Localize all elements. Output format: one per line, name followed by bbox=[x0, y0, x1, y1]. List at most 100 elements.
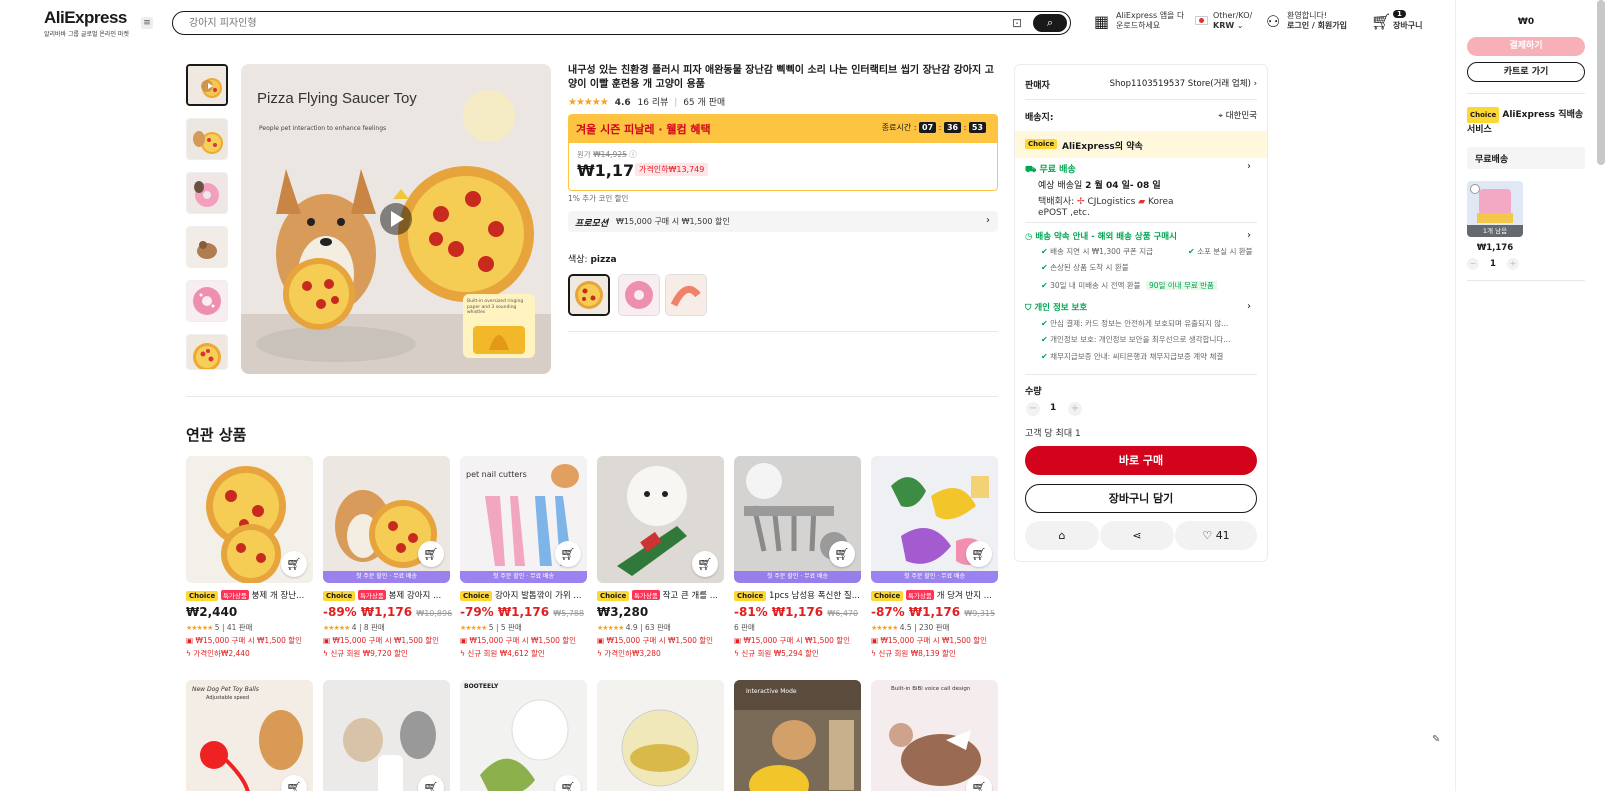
product-name[interactable]: Choice 1pcs 남성용 폭신한 질... bbox=[734, 589, 861, 601]
product-card[interactable]: 첫 주문 할인 · 무료 배송 🛒︎ Choice 특가상품 봉제 강아지 ... -… bbox=[323, 456, 452, 659]
image-search-icon[interactable]: ⊡ bbox=[1012, 16, 1022, 30]
ship-to-selector[interactable]: ⌖ 대한민국 bbox=[1190, 109, 1257, 121]
product-name-text: 봉제 강아지 ... bbox=[388, 591, 442, 601]
product-card[interactable]: 🛒︎ Choice 특가상품 붕제 개 장난... ₩2,440 ★★★★★ 5 | … bbox=[186, 456, 313, 659]
add-to-cart-icon[interactable]: 🛒︎ bbox=[829, 541, 855, 567]
scrollbar-thumb[interactable] bbox=[1597, 0, 1605, 165]
gallery-thumb-6[interactable] bbox=[186, 334, 228, 370]
promo-text: 신규 회원 ₩5,294 할인 bbox=[741, 649, 819, 658]
price-value: ₩1,176 bbox=[908, 605, 961, 619]
gallery-thumb-5[interactable] bbox=[186, 280, 228, 322]
promotion-row[interactable]: 프로모션 ₩15,000 구매 시 ₩1,500 할인 › bbox=[568, 211, 998, 232]
seller-link[interactable]: Shop1103519537 Store(거래 업체) › bbox=[1102, 77, 1257, 89]
wishlist-button[interactable]: ♡ 41 bbox=[1175, 521, 1257, 550]
main-product-image[interactable]: Pizza Flying Saucer Toy People pet inter… bbox=[241, 64, 551, 374]
sidebar-qty-value[interactable]: 1 bbox=[1490, 259, 1496, 269]
add-to-cart-icon[interactable]: 🛒︎ bbox=[418, 541, 444, 567]
gallery-thumb-3[interactable] bbox=[186, 172, 228, 214]
product-card[interactable]: pet nail cutters 첫 주문 할인 · 무료 배송 🛒︎ Choice … bbox=[460, 456, 587, 659]
sidebar-qty-decrease[interactable]: − bbox=[1467, 258, 1479, 270]
free-shipping-label: 무료 배송 bbox=[1039, 165, 1076, 175]
product-card[interactable] bbox=[597, 680, 724, 791]
product-card[interactable]: Built-in BiBi voice call design 🛒︎ bbox=[871, 680, 998, 791]
brand-subtitle: 알리바바 그룹 글로벌 온라인 마켓 bbox=[44, 31, 129, 38]
divider bbox=[1025, 374, 1257, 375]
sidebar-cart-item-image[interactable]: 1개 남음 bbox=[1467, 181, 1523, 237]
ship-to-label: 배송지: bbox=[1025, 113, 1054, 123]
share-button[interactable]: ⋖ bbox=[1100, 521, 1174, 550]
product-name[interactable]: Choice 특가상품 작고 큰 개를 ... bbox=[597, 589, 724, 601]
add-to-cart-button[interactable]: 장바구니 담기 bbox=[1025, 484, 1257, 513]
edit-icon[interactable]: ✎ bbox=[1432, 734, 1440, 745]
search-button[interactable]: ⌕ bbox=[1033, 14, 1067, 32]
go-to-cart-button[interactable]: 카트로 가기 bbox=[1467, 62, 1585, 82]
rating-sold: ★★★★★ 4.9 | 63 판매 bbox=[597, 623, 671, 632]
product-card[interactable]: 첫 주문 할인 · 무료 배송 🛒︎ Choice 특가상품 개 당겨 반지 ...… bbox=[871, 456, 998, 659]
info-icon[interactable]: ⓘ bbox=[629, 150, 637, 159]
thumb-pizza-2-image bbox=[187, 335, 227, 369]
cart-icon[interactable]: 🛒︎ bbox=[1371, 12, 1391, 31]
quantity-value[interactable]: 1 bbox=[1050, 403, 1056, 413]
chevron-right-icon[interactable]: › bbox=[1247, 230, 1251, 241]
aliexpress-logo[interactable]: AliExpress 알리바바 그룹 글로벌 온라인 마켓 bbox=[44, 8, 129, 38]
chevron-right-icon[interactable]: › bbox=[1247, 161, 1251, 172]
delivery-promise-row[interactable]: ◷ 배송 약속 안내 - 해외 배송 상품 구매시 bbox=[1025, 230, 1177, 242]
review-count[interactable]: 16 리뷰 bbox=[638, 98, 669, 108]
gallery-thumb-video[interactable] bbox=[186, 64, 228, 106]
star-rating-icon: ★★★★★ bbox=[597, 624, 624, 632]
product-card[interactable]: 🛒︎ Choice 특가상품 작고 큰 개를 ... ₩3,280 ★★★★★ 4.9… bbox=[597, 456, 724, 659]
play-video-button[interactable] bbox=[381, 204, 411, 234]
product-card[interactable]: 🛒︎ bbox=[323, 680, 450, 791]
product-card[interactable]: BOOTEELY 🛒︎ bbox=[460, 680, 587, 791]
color-option-donut[interactable] bbox=[618, 274, 660, 316]
color-option-3[interactable] bbox=[665, 274, 707, 316]
choice-badge: Choice bbox=[460, 591, 493, 601]
locale-selector[interactable]: Other/KO/ KRW ⌄ bbox=[1213, 11, 1252, 31]
login-link[interactable]: 환영합니다! 로그인 / 회원가입 bbox=[1287, 11, 1347, 31]
add-to-cart-icon[interactable]: 🛒︎ bbox=[555, 541, 581, 567]
add-to-cart-icon[interactable]: 🛒︎ bbox=[281, 551, 307, 577]
product-name[interactable]: Choice 특가상품 개 당겨 반지 ... bbox=[871, 589, 998, 601]
cart-label[interactable]: 장바구니 bbox=[1393, 21, 1422, 31]
gallery-thumb-4[interactable] bbox=[186, 226, 228, 268]
app-download-line1: AliExpress 앱을 다 bbox=[1116, 11, 1185, 20]
carrier-row: 택배회사: ✢ CJLogistics ▰ Korea bbox=[1038, 197, 1174, 207]
sidebar-qty-increase[interactable]: + bbox=[1507, 258, 1519, 270]
image-caption: pet nail cutters bbox=[466, 470, 527, 479]
quantity-decrease-button[interactable]: − bbox=[1026, 402, 1040, 416]
price-value: ₩3,280 bbox=[597, 605, 649, 619]
search-input[interactable] bbox=[189, 16, 969, 30]
privacy-row[interactable]: ⛉ 개인 정보 보호 bbox=[1025, 301, 1087, 313]
sidebar-total: ₩0 bbox=[1517, 17, 1535, 27]
item-checkbox[interactable] bbox=[1470, 184, 1480, 194]
product-name[interactable]: Choice 특가상품 봉제 강아지 ... bbox=[323, 589, 450, 601]
product-card[interactable]: 첫 주문 할인 · 무료 배송 🛒︎ Choice 1pcs 남성용 폭신한 질..… bbox=[734, 456, 861, 659]
user-icon[interactable]: ⚇ bbox=[1266, 12, 1280, 31]
checkout-button[interactable]: 결제하기 bbox=[1467, 37, 1585, 56]
promise-text-1: 배송 지연 시 ₩1,300 쿠폰 지급 bbox=[1050, 247, 1154, 256]
color-option-pizza[interactable] bbox=[568, 274, 610, 316]
add-to-cart-icon[interactable]: 🛒︎ bbox=[966, 541, 992, 567]
welcome-text: 환영합니다! bbox=[1287, 11, 1328, 20]
buy-now-button[interactable]: 바로 구매 bbox=[1025, 446, 1257, 475]
product-name[interactable]: Choice 특가상품 붕제 개 장난... bbox=[186, 589, 313, 601]
product-card[interactable]: New Dog Pet Toy Balls Adjustable speed 🛒… bbox=[186, 680, 313, 791]
sold-count: 230 판매 bbox=[919, 623, 950, 632]
add-to-cart-icon[interactable]: 🛒︎ bbox=[692, 551, 718, 577]
star-rating-icon: ★★★★★ bbox=[323, 624, 350, 632]
chevron-right-icon[interactable]: › bbox=[1247, 301, 1251, 312]
product-name[interactable]: Choice 강아지 발톱깎이 가위 ... bbox=[460, 589, 587, 601]
image-caption: BOOTEELY bbox=[464, 683, 499, 690]
sold-count: 5 판매 bbox=[500, 623, 522, 632]
product-card[interactable]: Interactive Mode bbox=[734, 680, 861, 791]
store-button[interactable]: ⌂ bbox=[1025, 521, 1099, 550]
quantity-increase-button[interactable]: + bbox=[1068, 402, 1082, 416]
coin-discount-note: 1% 추가 코인 할인 bbox=[568, 194, 629, 203]
gallery-thumb-2[interactable] bbox=[186, 118, 228, 160]
free-shipping-row[interactable]: ⛟ 무료 배송 bbox=[1025, 162, 1076, 176]
app-download-link[interactable]: AliExpress 앱을 다 운로드하세요 bbox=[1116, 11, 1184, 31]
menu-icon[interactable]: ≡ bbox=[141, 17, 153, 29]
qr-code-icon[interactable]: ▦ bbox=[1094, 12, 1109, 31]
related-products-title: 연관 상품 bbox=[186, 426, 247, 444]
product-title: 내구성 있는 친환경 플러시 피자 애완동물 장난감 삑삑이 소리 나는 인터랙… bbox=[568, 65, 994, 90]
